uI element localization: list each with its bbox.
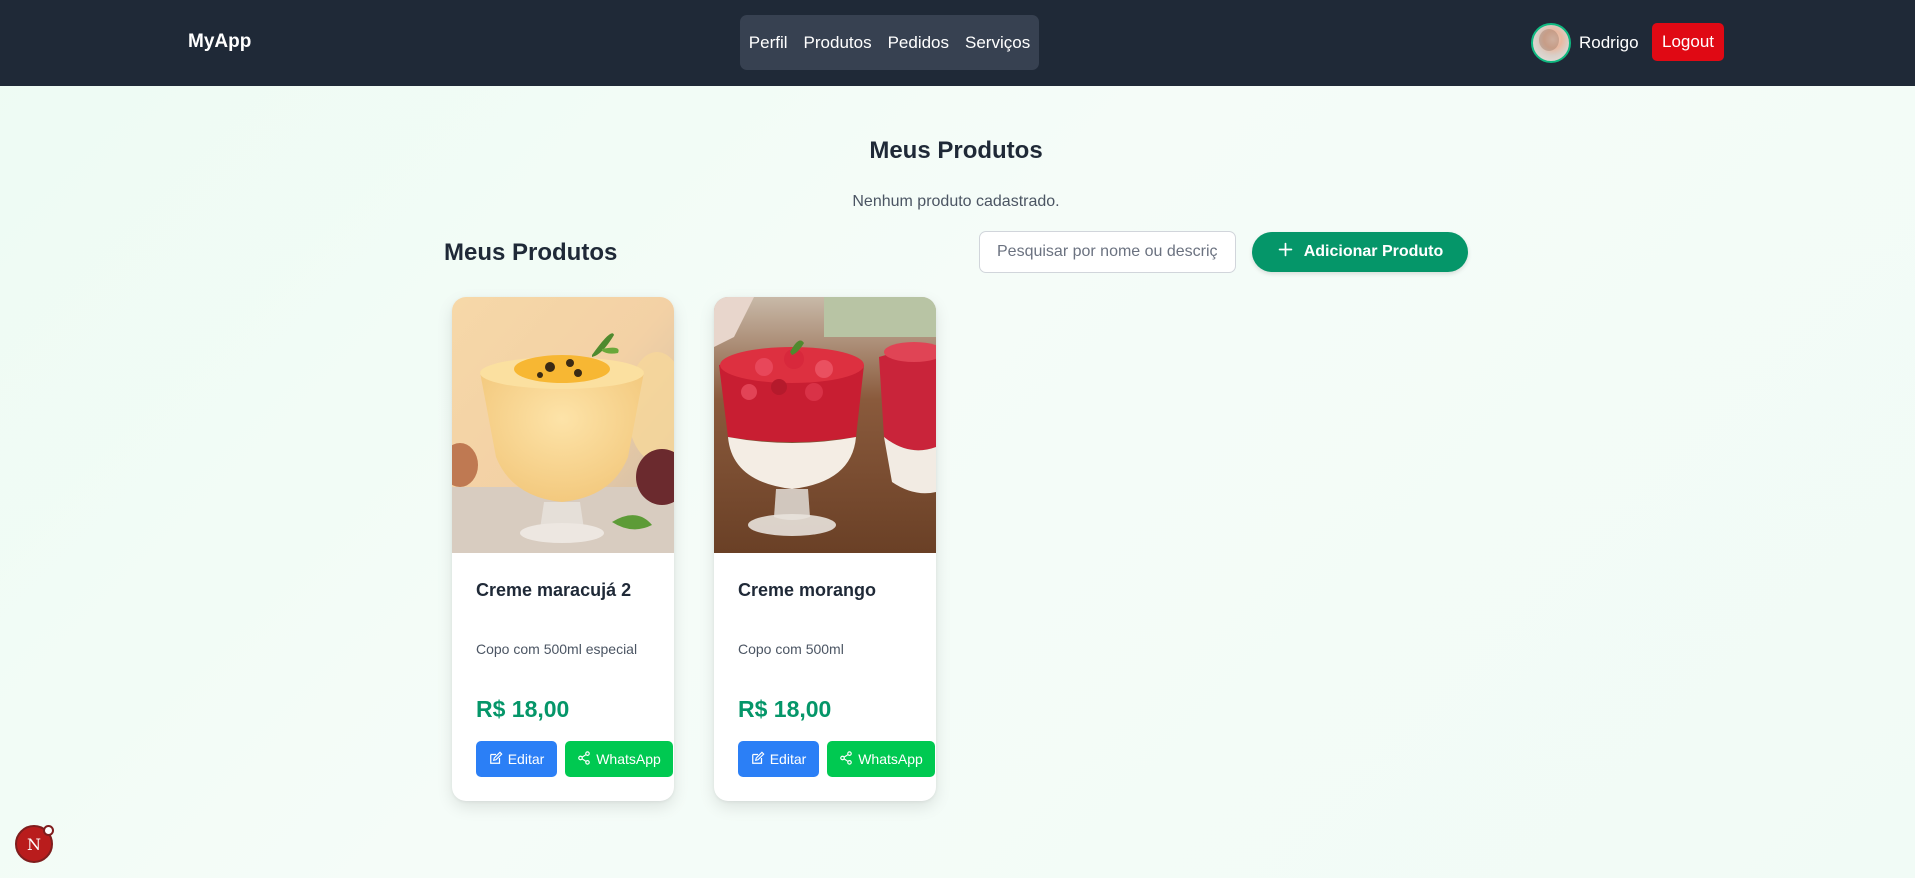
whatsapp-share-button[interactable]: WhatsApp — [827, 741, 935, 777]
logout-button[interactable]: Logout — [1652, 23, 1724, 61]
product-price: R$ 18,00 — [476, 696, 570, 722]
dev-indicator-dot — [43, 825, 54, 836]
nav-link-servicos[interactable]: Serviços — [965, 33, 1030, 53]
product-card: Creme maracujá 2 Copo com 500ml especial… — [452, 297, 674, 801]
nav-link-perfil[interactable]: Perfil — [749, 33, 788, 53]
section-title: Meus Produtos — [444, 239, 618, 266]
share-icon — [839, 750, 853, 768]
user-menu[interactable]: Rodrigo — [1531, 23, 1639, 63]
empty-state-message: Nenhum produto cadastrado. — [852, 193, 1060, 210]
product-description: Copo com 500ml — [738, 641, 844, 657]
whatsapp-label: WhatsApp — [596, 751, 661, 767]
share-icon — [577, 750, 591, 768]
edit-button[interactable]: Editar — [738, 741, 819, 777]
app-brand[interactable]: MyApp — [188, 31, 251, 53]
whatsapp-share-button[interactable]: WhatsApp — [565, 741, 673, 777]
add-product-button[interactable]: Adicionar Produto — [1252, 232, 1468, 272]
product-price: R$ 18,00 — [738, 696, 832, 722]
page-title: Meus Produtos — [869, 137, 1043, 164]
edit-label: Editar — [769, 751, 807, 767]
top-navbar: MyApp Perfil Produtos Pedidos Serviços R… — [0, 0, 1915, 86]
edit-button[interactable]: Editar — [476, 741, 557, 777]
product-image — [452, 297, 674, 553]
product-name: Creme morango — [738, 580, 877, 600]
edit-icon — [751, 751, 765, 768]
product-description: Copo com 500ml especial — [476, 641, 638, 657]
whatsapp-label: WhatsApp — [858, 751, 923, 767]
main-nav: Perfil Produtos Pedidos Serviços — [740, 15, 1039, 70]
product-name: Creme maracujá 2 — [476, 580, 632, 600]
product-search-input[interactable] — [979, 231, 1236, 273]
user-name: Rodrigo — [1579, 33, 1639, 52]
user-avatar[interactable] — [1531, 23, 1571, 63]
edit-icon — [489, 751, 503, 768]
product-image — [714, 297, 936, 553]
nav-link-produtos[interactable]: Produtos — [804, 33, 872, 53]
plus-icon — [1277, 241, 1294, 263]
edit-label: Editar — [507, 751, 545, 767]
add-product-label: Adicionar Produto — [1303, 243, 1444, 260]
nav-link-pedidos[interactable]: Pedidos — [888, 33, 949, 53]
product-card: Creme morango Copo com 500ml R$ 18,00 Ed… — [714, 297, 936, 801]
